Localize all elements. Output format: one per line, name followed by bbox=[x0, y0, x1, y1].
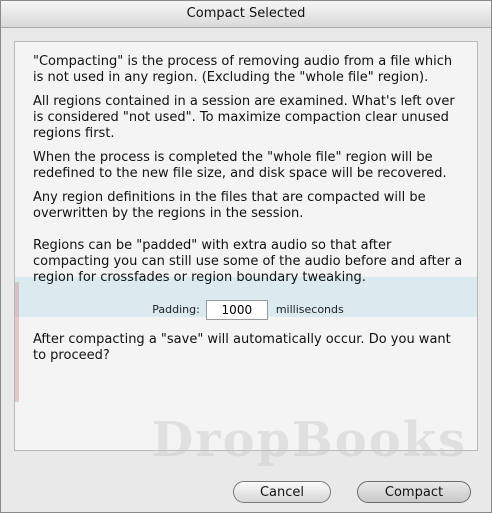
compact-selected-dialog: Compact Selected DropBooks "Compacting" … bbox=[0, 0, 492, 513]
paragraph-regions-examined: All regions contained in a session are e… bbox=[33, 94, 455, 141]
padding-row: Padding: milliseconds bbox=[33, 300, 463, 320]
watermark-text: DropBooks bbox=[151, 412, 467, 468]
dialog-content: "Compacting" is the process of removing … bbox=[33, 54, 463, 372]
watermark-bar bbox=[15, 282, 19, 402]
paragraph-save-confirmation: After compacting a "save" will automatic… bbox=[33, 332, 451, 363]
paragraph-overwritten: Any region definitions in the files that… bbox=[33, 190, 426, 221]
padding-unit-label: milliseconds bbox=[275, 303, 344, 316]
paragraph-compacting-definition: "Compacting" is the process of removing … bbox=[33, 54, 453, 85]
info-panel: DropBooks "Compacting" is the process of… bbox=[14, 41, 478, 468]
padding-label: Padding: bbox=[152, 303, 200, 316]
padding-input[interactable] bbox=[205, 300, 268, 320]
paragraph-whole-file-redefined: When the process is completed the "whole… bbox=[33, 150, 447, 181]
dialog-title: Compact Selected bbox=[1, 1, 491, 28]
paragraph-padding-explanation: Regions can be "padded" with extra audio… bbox=[33, 238, 463, 285]
compact-button[interactable]: Compact bbox=[357, 481, 471, 503]
cancel-button[interactable]: Cancel bbox=[233, 481, 331, 503]
